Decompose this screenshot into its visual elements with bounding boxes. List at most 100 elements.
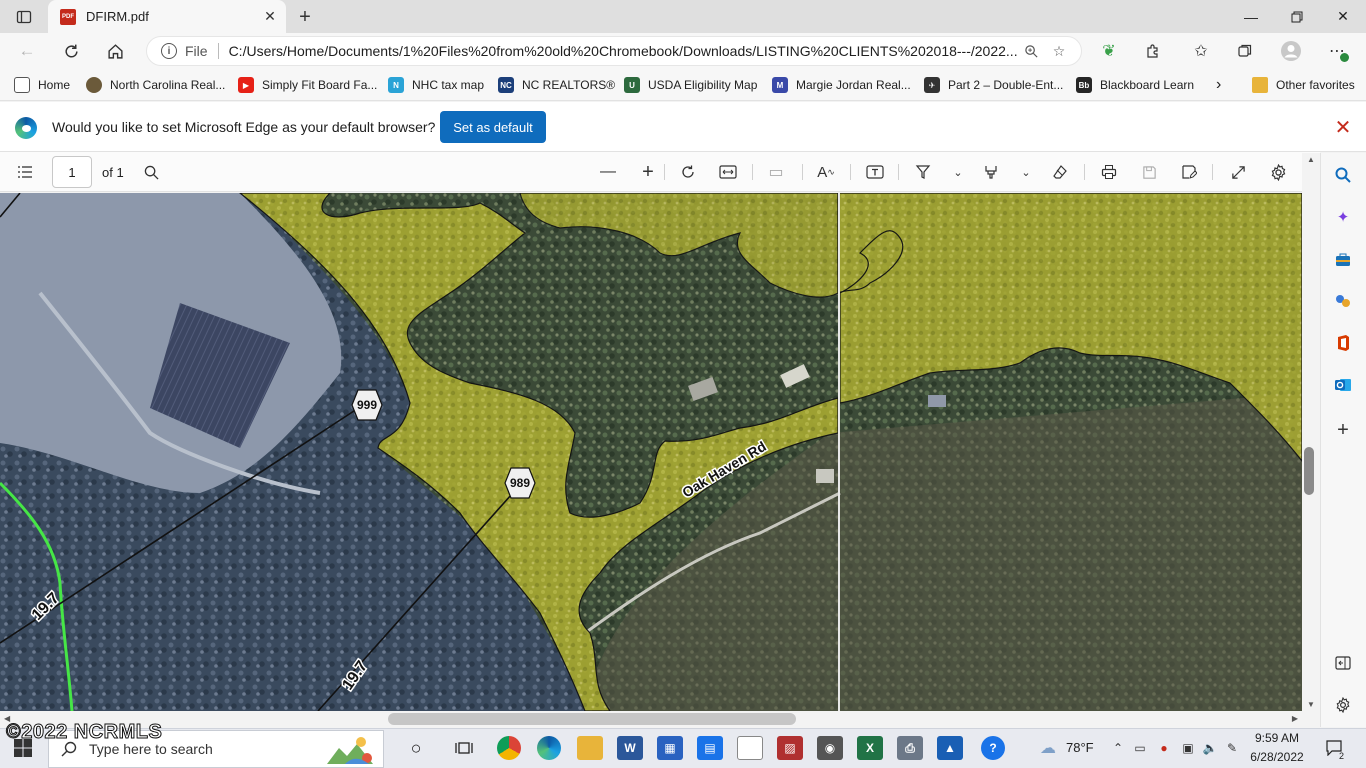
bookmark-simply-fit[interactable]: ▶ Simply Fit Board Fa... xyxy=(238,75,377,95)
sidebar-settings-icon[interactable] xyxy=(1332,694,1354,716)
vertical-scroll-thumb[interactable] xyxy=(1304,447,1314,495)
new-tab-button[interactable]: + xyxy=(294,6,316,28)
scroll-right-icon[interactable]: ▶ xyxy=(1292,714,1298,723)
edge-app-icon[interactable] xyxy=(537,736,561,760)
tab-actions-button[interactable] xyxy=(8,5,40,29)
print-icon[interactable] xyxy=(1096,160,1122,184)
sidebar-outlook-icon[interactable] xyxy=(1332,374,1354,396)
banner-close-icon[interactable]: ✕ xyxy=(1332,116,1354,139)
excel-app-icon[interactable]: X xyxy=(857,736,883,760)
bookmark-nc-realtors[interactable]: NC NC REALTORS® xyxy=(498,75,615,95)
file-explorer-icon[interactable] xyxy=(577,736,603,760)
draw-options-chevron-icon[interactable]: ⌄ xyxy=(945,160,971,184)
word-app-icon[interactable]: W xyxy=(617,736,643,760)
highlight-options-chevron-icon[interactable]: ⌄ xyxy=(1013,160,1039,184)
bookmark-nc-real-estate[interactable]: North Carolina Real... xyxy=(86,75,225,95)
pen-icon[interactable]: ✎ xyxy=(1224,739,1240,757)
bookmark-blackboard[interactable]: Bb Blackboard Learn xyxy=(1076,75,1194,95)
calculator-app-icon[interactable]: ▦ xyxy=(657,736,683,760)
sidebar-office-icon[interactable] xyxy=(1332,332,1354,354)
rotate-icon[interactable] xyxy=(675,160,701,184)
page-view-icon[interactable]: ▭ xyxy=(763,160,789,184)
bookmark-label: Blackboard Learn xyxy=(1100,78,1195,92)
collections-icon[interactable] xyxy=(1230,37,1260,65)
vertical-scrollbar[interactable]: ▲ ▼ xyxy=(1302,153,1320,711)
sidebar-games-icon[interactable] xyxy=(1332,290,1354,312)
photos-app-icon[interactable]: ▲ xyxy=(937,736,963,760)
page-number-input[interactable]: 1 xyxy=(52,156,92,188)
tray-app-icon[interactable]: ▭ xyxy=(1132,739,1148,757)
volume-icon[interactable]: 🔈 xyxy=(1202,739,1218,757)
camera-app-icon[interactable]: ◉ xyxy=(817,736,843,760)
close-window-button[interactable]: ✕ xyxy=(1320,0,1366,33)
weather-cloud-icon[interactable]: ☁ xyxy=(1036,739,1060,757)
erase-icon[interactable] xyxy=(1047,160,1073,184)
restore-button[interactable] xyxy=(1274,0,1320,33)
network-icon[interactable]: ▣ xyxy=(1180,739,1196,757)
bookmark-label: Margie Jordan Real... xyxy=(796,78,911,92)
info-icon[interactable]: i xyxy=(161,43,177,59)
set-as-default-button[interactable]: Set as default xyxy=(440,111,546,143)
bookmark-margie-jordan[interactable]: M Margie Jordan Real... xyxy=(772,75,911,95)
bookmark-nhc-tax-map[interactable]: N NHC tax map xyxy=(388,75,484,95)
full-screen-icon[interactable] xyxy=(1225,160,1251,184)
tray-security-icon[interactable]: ● xyxy=(1156,739,1172,757)
favorites-icon[interactable]: ✩ xyxy=(1186,37,1216,65)
sidebar-search-icon[interactable] xyxy=(1332,164,1354,186)
task-view-icon[interactable] xyxy=(451,736,477,760)
extensions-icon[interactable] xyxy=(1138,37,1168,65)
pdf-settings-icon[interactable] xyxy=(1265,160,1291,184)
help-app-icon[interactable]: ? xyxy=(981,736,1005,760)
printer-app-icon[interactable]: ⎙ xyxy=(897,736,923,760)
weather-temperature[interactable]: 78°F xyxy=(1066,740,1094,755)
fit-width-icon[interactable] xyxy=(715,160,741,184)
bookmarks-overflow-button[interactable]: › xyxy=(1216,75,1221,95)
draw-icon[interactable] xyxy=(910,160,936,184)
home-button[interactable] xyxy=(100,37,130,65)
pdf-page-viewport[interactable]: 999 989 Oak Haven Rd 19.7 19.7 xyxy=(0,193,1302,711)
route-989-label: 989 xyxy=(510,476,530,490)
tab-dfirm-pdf[interactable]: PDF DFIRM.pdf ✕ xyxy=(48,0,286,33)
bookmark-double-entry[interactable]: ✈ Part 2 – Double-Ent... xyxy=(924,75,1063,95)
clock-date[interactable]: 6/28/2022 xyxy=(1244,750,1310,764)
scroll-up-icon[interactable]: ▲ xyxy=(1307,155,1315,164)
back-button[interactable]: ← xyxy=(12,37,42,65)
minimize-button[interactable]: — xyxy=(1228,0,1274,33)
bookmark-usda[interactable]: U USDA Eligibility Map xyxy=(624,75,757,95)
zoom-in-icon[interactable]: + xyxy=(635,160,661,184)
other-favorites-folder[interactable]: Other favorites xyxy=(1252,75,1355,95)
settings-more-icon[interactable]: ⋯ xyxy=(1322,37,1352,65)
zoom-icon[interactable] xyxy=(1017,37,1045,65)
save-icon[interactable] xyxy=(1136,160,1162,184)
contents-icon[interactable] xyxy=(12,160,38,184)
horizontal-scroll-thumb[interactable] xyxy=(388,713,796,725)
refresh-button[interactable] xyxy=(56,37,86,65)
bookmark-home[interactable]: Home xyxy=(14,75,70,95)
save-as-icon[interactable] xyxy=(1176,160,1202,184)
add-text-icon[interactable] xyxy=(862,160,888,184)
notification-count-badge: 2 xyxy=(1339,751,1345,761)
sidebar-collapse-icon[interactable] xyxy=(1332,652,1354,674)
profile-avatar[interactable] xyxy=(1276,37,1306,65)
sidebar-copilot-icon[interactable]: ✦ xyxy=(1332,206,1354,228)
tray-overflow-chevron-icon[interactable]: ⌃ xyxy=(1110,739,1126,757)
zoom-out-icon[interactable]: — xyxy=(595,160,621,184)
news-app-icon[interactable]: ▨ xyxy=(777,736,803,760)
tab-close-icon[interactable]: ✕ xyxy=(260,7,280,27)
chrome-app-icon[interactable] xyxy=(497,736,521,760)
scroll-down-icon[interactable]: ▼ xyxy=(1307,700,1315,709)
pdf-search-icon[interactable] xyxy=(138,160,164,184)
highlight-icon[interactable] xyxy=(978,160,1004,184)
address-bar[interactable]: i File C:/Users/Home/Documents/1%20Files… xyxy=(146,36,1082,66)
grammarly-extension-icon[interactable]: ❦ xyxy=(1094,37,1124,65)
cortana-icon[interactable]: ○ xyxy=(403,736,429,760)
url-text[interactable]: C:/Users/Home/Documents/1%20Files%20from… xyxy=(229,43,1017,59)
bookmark-label: Home xyxy=(38,78,71,92)
read-aloud-icon[interactable]: A ∿ xyxy=(813,160,839,184)
sidebar-tools-icon[interactable] xyxy=(1332,249,1354,271)
notepad-app-icon[interactable] xyxy=(737,736,763,760)
calendar-app-icon[interactable]: ▤ xyxy=(697,736,723,760)
sidebar-add-icon[interactable]: + xyxy=(1332,419,1354,441)
clock-time[interactable]: 9:59 AM xyxy=(1244,731,1310,745)
add-favorite-icon[interactable]: ☆ xyxy=(1045,37,1073,65)
